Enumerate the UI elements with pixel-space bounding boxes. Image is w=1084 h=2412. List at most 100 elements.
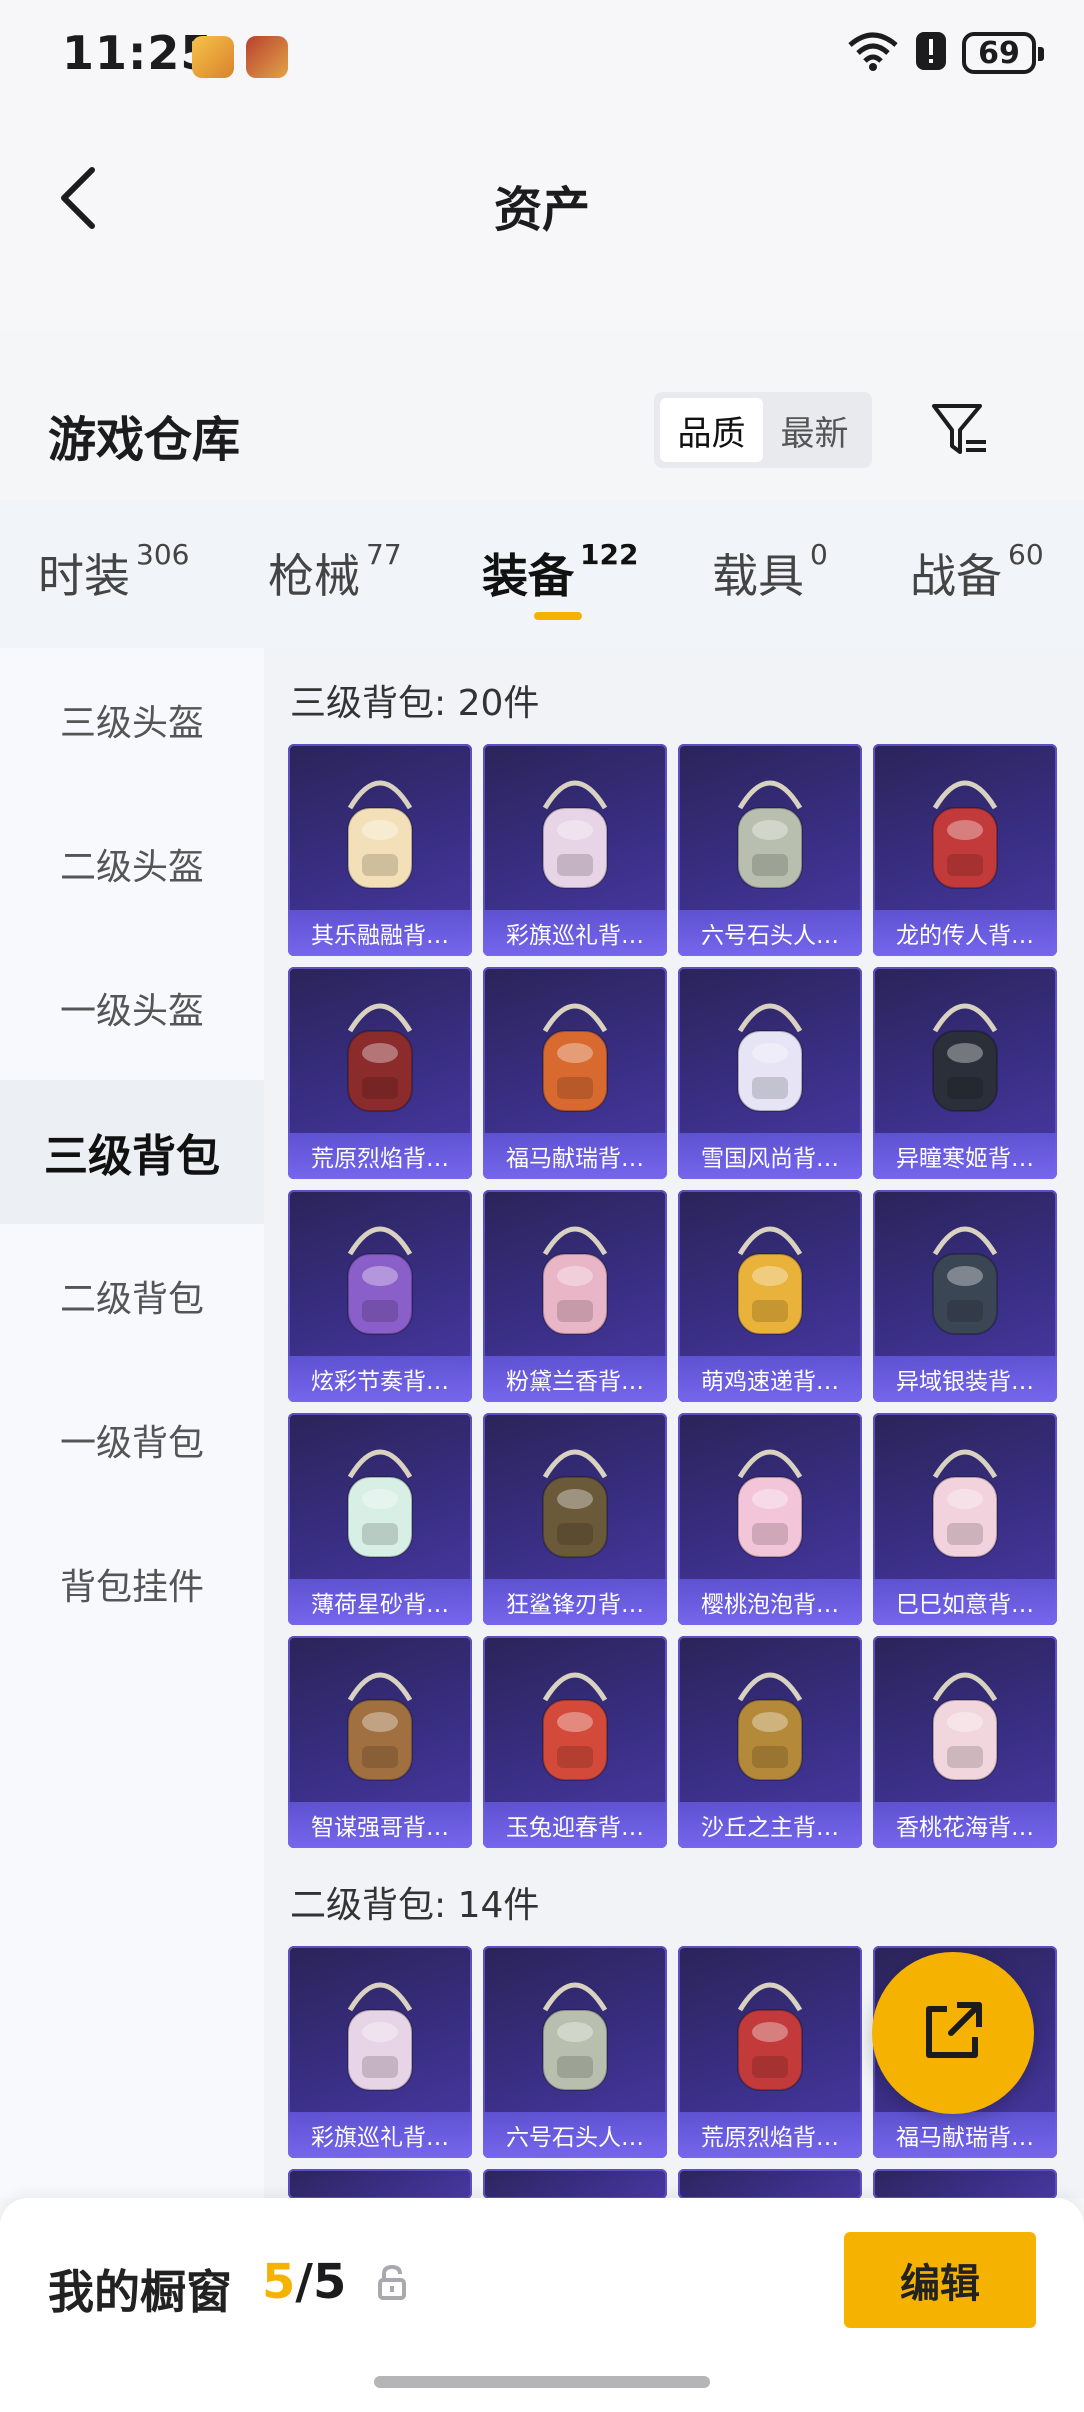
alert-icon <box>914 30 948 76</box>
item-card[interactable]: 狂鲨锋刃背… <box>483 1413 667 1625</box>
filter-button[interactable] <box>920 392 1000 472</box>
tab-supplies[interactable]: 战备 60 <box>910 538 1044 606</box>
item-card[interactable] <box>483 2169 667 2198</box>
pink-orb-backpack-icon <box>515 1214 635 1350</box>
item-name: 沙丘之主背… <box>678 1802 862 1848</box>
item-card[interactable] <box>288 2169 472 2198</box>
scroll-backpack-icon <box>710 1660 830 1796</box>
showcase-total: 5 <box>312 2254 347 2310</box>
item-card[interactable]: 彩旗巡礼背… <box>288 1946 472 2158</box>
item-name: 狂鲨锋刃背… <box>483 1579 667 1625</box>
tab-count: 306 <box>136 538 190 571</box>
showcase-count: 5/5 <box>262 2254 346 2310</box>
sidebar-item-lv1-backpack[interactable]: 一级背包 <box>0 1368 264 1512</box>
sidebar-item-backpack-charm[interactable]: 背包挂件 <box>0 1512 264 1656</box>
item-card[interactable]: 萌鸡速递背… <box>678 1190 862 1402</box>
item-name: 其乐融融背… <box>288 910 472 956</box>
sort-quality-button[interactable]: 品质 <box>660 398 763 462</box>
item-card[interactable] <box>678 2169 862 2198</box>
pastel-bow-backpack-icon <box>320 1970 440 2106</box>
tab-weapons[interactable]: 枪械 77 <box>268 538 402 606</box>
repository-bar: 游戏仓库 品质 最新 <box>0 330 1084 500</box>
item-card[interactable]: 彩旗巡礼背… <box>483 744 667 956</box>
item-card[interactable]: 粉黛兰香背… <box>483 1190 667 1402</box>
tab-count: 60 <box>1008 538 1044 571</box>
item-card[interactable]: 香桃花海背… <box>873 1636 1057 1848</box>
shark-backpack-icon <box>515 1437 635 1573</box>
tab-label: 战备 <box>910 549 1002 603</box>
crimson-armor-backpack-icon <box>710 1970 830 2106</box>
sidebar-item-lv3-backpack[interactable]: 三级背包 <box>0 1080 264 1224</box>
item-card[interactable]: 福马献瑞背… <box>483 967 667 1179</box>
sort-toggle: 品质 最新 <box>654 392 872 468</box>
red-white-backpack-icon <box>515 1660 635 1796</box>
item-card[interactable]: 樱桃泡泡背… <box>678 1413 862 1625</box>
item-name: 福马献瑞背… <box>483 1133 667 1179</box>
sidebar-item-lv3-helmet[interactable]: 三级头盔 <box>0 648 264 792</box>
item-card[interactable]: 沙丘之主背… <box>678 1636 862 1848</box>
tab-label: 时装 <box>38 549 130 603</box>
tab-label: 载具 <box>712 549 804 603</box>
item-card[interactable]: 荒原烈焰背… <box>288 967 472 1179</box>
item-name: 炫彩节奏背… <box>288 1356 472 1402</box>
showcase-current: 5 <box>262 2254 296 2310</box>
item-card[interactable]: 智谋强哥背… <box>288 1636 472 1848</box>
page-header: 资产 <box>0 110 1084 330</box>
orange-horse-backpack-icon <box>515 991 635 1127</box>
tab-equipment[interactable]: 装备 122 <box>482 538 638 606</box>
pink-plush-backpack-icon <box>905 1437 1025 1573</box>
tab-label: 枪械 <box>268 549 360 603</box>
item-name: 六号石头人… <box>483 2112 667 2158</box>
item-name: 彩旗巡礼背… <box>288 2112 472 2158</box>
item-card[interactable]: 薄荷星砂背… <box>288 1413 472 1625</box>
section-title: 二级背包: 14件 <box>290 1885 540 1926</box>
share-external-icon <box>921 1999 985 2067</box>
item-grid: 其乐融融背… 彩旗巡礼背… 六号石头人… 龙的传人背… 荒原烈焰背… 福马献瑞背… 雪国风尚… <box>288 744 1057 1848</box>
item-name: 樱桃泡泡背… <box>678 1579 862 1625</box>
item-card[interactable]: 炫彩节奏背… <box>288 1190 472 1402</box>
item-name: 薄荷星砂背… <box>288 1579 472 1625</box>
edit-button[interactable]: 编辑 <box>844 2232 1036 2328</box>
tab-count: 77 <box>366 538 402 571</box>
tab-count: 0 <box>810 538 828 571</box>
tech-frame-backpack-icon <box>905 1214 1025 1350</box>
item-card[interactable]: 其乐融融背… <box>288 744 472 956</box>
item-card[interactable]: 荒原烈焰背… <box>678 1946 862 2158</box>
sidebar-item-lv2-backpack[interactable]: 二级背包 <box>0 1224 264 1368</box>
page-title: 资产 <box>493 182 590 238</box>
item-card[interactable]: 异域银装背… <box>873 1190 1057 1402</box>
item-card[interactable]: 六号石头人… <box>483 1946 667 2158</box>
item-name: 萌鸡速递背… <box>678 1356 862 1402</box>
home-indicator[interactable] <box>374 2376 710 2388</box>
sidebar-item-lv1-helmet[interactable]: 一级头盔 <box>0 936 264 1080</box>
lace-bow-backpack-icon <box>905 1660 1025 1796</box>
item-card[interactable]: 巳巳如意背… <box>873 1413 1057 1625</box>
status-time: 11:25 <box>62 26 214 80</box>
item-name: 智谋强哥背… <box>288 1802 472 1848</box>
item-card[interactable]: 龙的传人背… <box>873 744 1057 956</box>
item-card[interactable]: 六号石头人… <box>678 744 862 956</box>
mint-lace-backpack-icon <box>320 1437 440 1573</box>
item-card[interactable]: 异瞳寒姬背… <box>873 967 1057 1179</box>
tab-fashion[interactable]: 时装 306 <box>38 538 190 606</box>
filter-icon <box>930 400 990 464</box>
stone-golem-backpack-icon <box>515 1970 635 2106</box>
category-tabs: 时装 306 枪械 77 装备 122 载具 0 战备 60 <box>0 500 1084 648</box>
item-card[interactable]: 雪国风尚背… <box>678 967 862 1179</box>
share-floating-button[interactable] <box>872 1952 1034 2114</box>
battery-indicator: 69 <box>962 32 1044 74</box>
status-icons: 69 <box>846 30 1044 76</box>
showcase-bar: 我的橱窗 5/5 编辑 <box>0 2198 1084 2412</box>
item-card[interactable] <box>873 2169 1057 2198</box>
snow-bird-backpack-icon <box>710 991 830 1127</box>
item-card[interactable]: 玉兔迎春背… <box>483 1636 667 1848</box>
item-name: 异瞳寒姬背… <box>873 1133 1057 1179</box>
tab-vehicles[interactable]: 载具 0 <box>712 538 828 606</box>
item-name: 粉黛兰香背… <box>483 1356 667 1402</box>
notification-app-icon <box>192 36 234 78</box>
sort-latest-button[interactable]: 最新 <box>763 398 866 462</box>
sidebar-item-lv2-helmet[interactable]: 二级头盔 <box>0 792 264 936</box>
subcategory-sidebar: 三级头盔 二级头盔 一级头盔 三级背包 二级背包 一级背包 背包挂件 <box>0 648 264 2198</box>
red-school-backpack-icon <box>905 768 1025 904</box>
crimson-armor-backpack-icon <box>320 991 440 1127</box>
